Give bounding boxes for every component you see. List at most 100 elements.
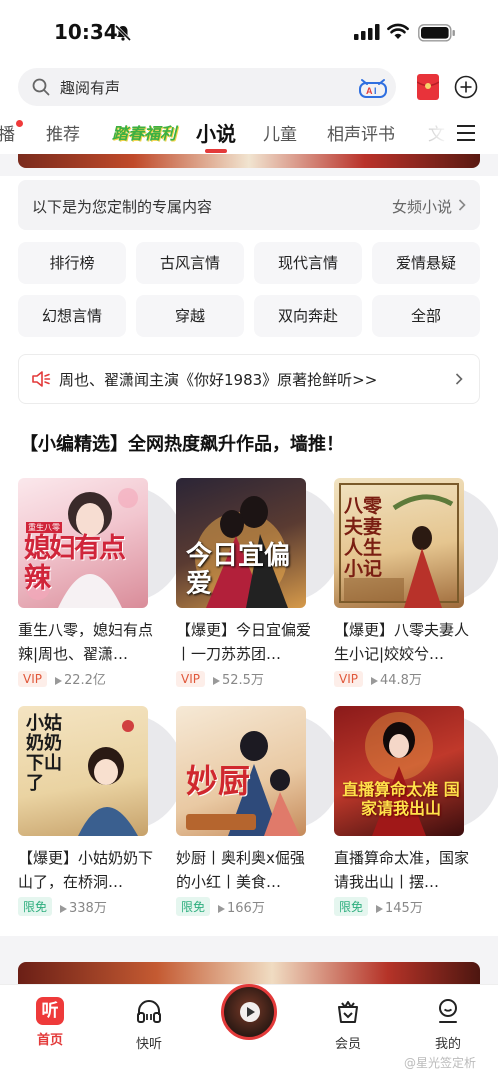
free-badge: 限免 — [18, 897, 53, 916]
free-badge: 限免 — [334, 897, 369, 916]
book-title[interactable]: 【爆更】今日宜偏爱丨一刀苏苏团… — [176, 618, 312, 666]
tab-fade — [410, 112, 450, 154]
tab-broadcast[interactable]: 播 — [0, 120, 15, 145]
book-meta: 限免 338万 — [18, 896, 164, 916]
search-placeholder: 趣阅有声 — [60, 79, 121, 97]
category-tabs: 播 推荐 踏春福利 小说 儿童 相声评书 文 — [0, 112, 498, 154]
chevron-right-icon — [458, 199, 466, 211]
book-cover[interactable]: 直播算命太准 国家请我出山 — [334, 706, 498, 836]
play-icon — [218, 904, 226, 913]
tab-spring-welfare[interactable]: 踏春福利 — [112, 120, 176, 144]
wifi-icon — [387, 23, 409, 39]
book-title[interactable]: 【爆更】八零夫妻人生小记|姣姣兮… — [334, 618, 470, 666]
tab-crosstalk[interactable]: 相声评书 — [327, 120, 395, 145]
bell-off-icon — [114, 24, 132, 42]
notification-dot — [16, 120, 23, 127]
mini-player[interactable] — [221, 984, 277, 1040]
top-banner[interactable] — [18, 154, 480, 168]
book-meta: VIP 22.2亿 — [18, 668, 164, 688]
category-modern-romance[interactable]: 现代言情 — [254, 242, 362, 284]
play-count-value: 338万 — [69, 901, 107, 916]
active-tab-indicator — [205, 149, 227, 153]
play-button[interactable] — [240, 1002, 260, 1022]
cover-art: 直播算命太准 国家请我出山 — [334, 706, 464, 836]
nav-member[interactable]: 会员 — [318, 997, 378, 1052]
custom-content-bar[interactable]: 以下是为您定制的专属内容 女频小说 — [18, 180, 480, 230]
cover-art: 今日宜偏爱 — [176, 478, 306, 608]
play-icon — [247, 1007, 255, 1017]
book-cover[interactable]: 媳妇有点辣 重生八零 — [18, 478, 184, 608]
play-count-value: 22.2亿 — [63, 673, 106, 688]
status-bar: 10:34 — [0, 0, 498, 62]
cover-title: 八零夫妻人生小记 — [344, 495, 383, 580]
play-icon — [54, 676, 62, 685]
speaker-icon — [32, 371, 51, 387]
free-badge: 限免 — [176, 897, 211, 916]
play-count-value: 52.5万 — [221, 673, 264, 688]
signal-icon — [354, 24, 380, 40]
ai-assistant-icon[interactable]: A I — [358, 77, 388, 99]
watermark: @星光签定析 — [404, 1056, 477, 1070]
nav-mine-label: 我的 — [434, 1037, 461, 1052]
promo-text: 周也、翟潇闻主演《你好1983》原著抢鲜听>> — [59, 371, 378, 389]
battery-icon — [418, 24, 455, 42]
category-romance-mystery[interactable]: 爱情悬疑 — [372, 242, 480, 284]
main-content: 以下是为您定制的专属内容 女频小说 排行榜 古风言情 现代言情 爱情悬疑 幻想言… — [0, 176, 498, 936]
listen-home-icon: 听 — [36, 997, 64, 1025]
category-fantasy-romance[interactable]: 幻想言情 — [18, 295, 126, 337]
play-count: 44.8万 — [370, 669, 422, 688]
member-bag-icon — [338, 1001, 358, 1023]
play-count: 52.5万 — [212, 669, 264, 688]
cover-title: 今日宜偏爱 — [186, 541, 291, 599]
nav-quick-listen[interactable]: 快听 — [119, 997, 179, 1052]
promo-banner[interactable]: 周也、翟潇闻主演《你好1983》原著抢鲜听>> — [18, 354, 480, 404]
tab-recommend[interactable]: 推荐 — [46, 120, 80, 145]
tab-novel[interactable]: 小说 — [196, 118, 236, 147]
book-title[interactable]: 直播算命太准，国家请我出山丨摆… — [334, 846, 470, 894]
cover-title: 媳妇有点辣 — [24, 533, 126, 594]
nav-home-label: 首页 — [36, 1033, 63, 1048]
tab-children[interactable]: 儿童 — [263, 120, 297, 145]
add-icon[interactable] — [454, 75, 478, 99]
menu-icon[interactable] — [456, 124, 476, 142]
vip-badge: VIP — [334, 670, 363, 687]
book-cover[interactable]: 八零夫妻人生小记 — [334, 478, 498, 608]
category-mutual-love[interactable]: 双向奔赴 — [254, 295, 362, 337]
svg-text:A: A — [366, 86, 373, 96]
vip-badge: VIP — [18, 670, 47, 687]
female-novel-link[interactable]: 女频小说 — [392, 196, 452, 217]
vip-badge: VIP — [176, 670, 205, 687]
play-count: 145万 — [376, 897, 423, 916]
book-meta: 限免 166万 — [176, 896, 322, 916]
profile-icon — [439, 999, 457, 1023]
category-ranking[interactable]: 排行榜 — [18, 242, 126, 284]
status-time: 10:34 — [54, 20, 118, 44]
nav-home[interactable]: 听 首页 — [20, 997, 80, 1048]
search-input[interactable]: 趣阅有声 A I — [18, 68, 396, 106]
cover-art: 八零夫妻人生小记 — [334, 478, 464, 608]
book-cover[interactable]: 今日宜偏爱 — [176, 478, 342, 608]
play-count: 22.2亿 — [54, 669, 106, 688]
svg-text:I: I — [374, 86, 377, 96]
cover-art: 媳妇有点辣 重生八零 — [18, 478, 148, 608]
custom-content-title: 以下是为您定制的专属内容 — [32, 198, 213, 216]
cover-art: 小姑奶奶下山了 — [18, 706, 148, 836]
book-title[interactable]: 重生八零，媳妇有点辣|周也、翟潇… — [18, 618, 154, 666]
book-cover[interactable]: 小姑奶奶下山了 — [18, 706, 184, 836]
section-title: 【小编精选】全网热度飙升作品，墙推！ — [20, 434, 344, 455]
play-count-value: 166万 — [227, 901, 265, 916]
red-packet-icon[interactable] — [417, 74, 439, 100]
category-all[interactable]: 全部 — [372, 295, 480, 337]
category-time-travel[interactable]: 穿越 — [136, 295, 244, 337]
book-cover[interactable]: 妙厨 — [176, 706, 342, 836]
book-title[interactable]: 妙厨丨奥利奥x倔强的小红丨美食… — [176, 846, 312, 894]
play-count-value: 145万 — [385, 901, 423, 916]
book-title[interactable]: 【爆更】小姑奶奶下山了，在桥洞… — [18, 846, 154, 894]
category-ancient-romance[interactable]: 古风言情 — [136, 242, 244, 284]
nav-mine[interactable]: 我的 — [418, 997, 478, 1052]
book-meta: 限免 145万 — [334, 896, 480, 916]
play-count: 338万 — [60, 897, 107, 916]
cover-tag: 重生八零 — [26, 522, 62, 533]
nav-quick-label: 快听 — [135, 1037, 162, 1052]
search-row: 趣阅有声 A I — [0, 62, 498, 112]
